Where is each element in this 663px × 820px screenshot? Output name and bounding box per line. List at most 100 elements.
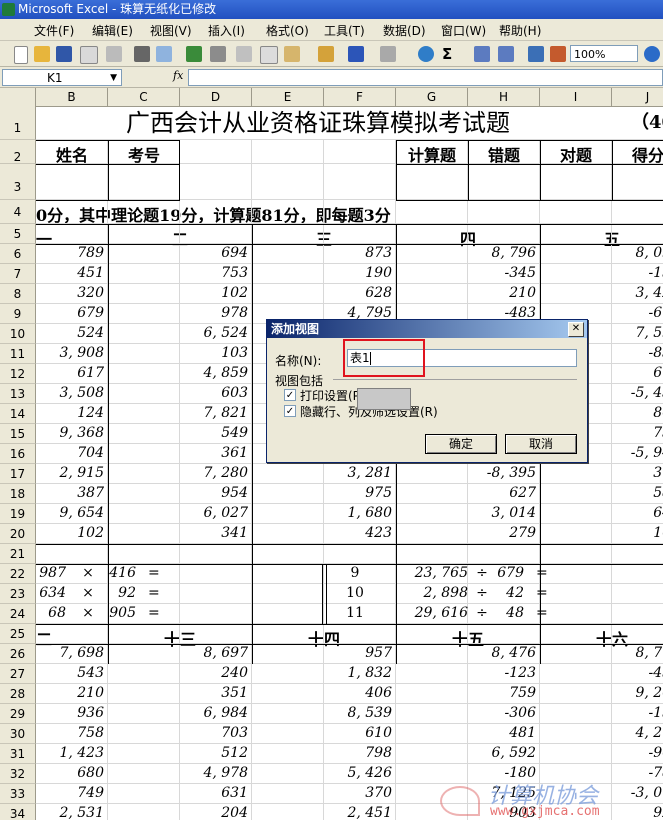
sort-descending-icon[interactable] — [498, 46, 514, 62]
row-header-7[interactable]: 7 — [0, 264, 36, 284]
cell-value[interactable]: 589 — [540, 485, 663, 501]
div-eq[interactable]: = — [536, 565, 548, 581]
sort-ascending-icon[interactable] — [474, 46, 490, 62]
column-header-E[interactable]: E — [252, 88, 324, 106]
cell-value[interactable]: -158 — [540, 705, 663, 721]
cell-value[interactable]: -8, 395 — [396, 465, 536, 481]
cell-value[interactable]: 103 — [108, 345, 248, 361]
drawing-icon[interactable] — [550, 46, 566, 62]
research-icon[interactable] — [210, 46, 226, 62]
cell-value[interactable]: 451 — [36, 265, 104, 281]
undo-icon[interactable] — [348, 46, 364, 62]
formula-input[interactable] — [188, 69, 663, 86]
column-header-G[interactable]: G — [396, 88, 468, 106]
cell-value[interactable]: 512 — [108, 745, 248, 761]
select-all-corner[interactable] — [0, 88, 36, 106]
cell-value[interactable]: 957 — [252, 645, 392, 661]
format-painter-icon[interactable] — [318, 46, 334, 62]
div-op[interactable]: ÷ — [474, 605, 490, 621]
cell-value[interactable]: 2, 451 — [252, 805, 392, 820]
cell-value[interactable]: 3, 420 — [540, 285, 663, 301]
row-header-11[interactable]: 11 — [0, 344, 36, 364]
hidden-rows-checkbox[interactable]: ✓ — [284, 405, 296, 417]
row-header-28[interactable]: 28 — [0, 684, 36, 704]
cell-value[interactable]: 753 — [108, 265, 248, 281]
cell-value[interactable]: -345 — [396, 265, 536, 281]
cell-value[interactable]: 936 — [36, 705, 104, 721]
column-header-B[interactable]: B — [36, 88, 108, 106]
cell-value[interactable]: 628 — [252, 285, 392, 301]
cell-value[interactable]: 3, 908 — [36, 345, 104, 361]
mult-b[interactable]: 416 — [100, 565, 136, 581]
cell-value[interactable]: 406 — [252, 685, 392, 701]
column-header-D[interactable]: D — [180, 88, 252, 106]
cell-value[interactable]: 7, 698 — [36, 645, 104, 661]
row-header-32[interactable]: 32 — [0, 764, 36, 784]
cell-value[interactable]: 627 — [396, 485, 536, 501]
cell-value[interactable]: 204 — [108, 805, 248, 820]
mult-op[interactable]: × — [80, 565, 96, 581]
zoom-select[interactable]: 100% — [570, 45, 638, 62]
div-eq[interactable]: = — [536, 585, 548, 601]
cell-value[interactable]: 102 — [108, 285, 248, 301]
copy-icon[interactable] — [260, 46, 278, 64]
row-header-20[interactable]: 20 — [0, 524, 36, 544]
column-header-F[interactable]: F — [324, 88, 396, 106]
cell-value[interactable]: -158 — [540, 265, 663, 281]
cell-value[interactable]: 5, 426 — [252, 765, 392, 781]
row-header-22[interactable]: 22 — [0, 564, 36, 584]
row-header-23[interactable]: 23 — [0, 584, 36, 604]
cell-value[interactable]: 631 — [108, 785, 248, 801]
div-b[interactable]: 42 — [494, 585, 524, 601]
cell-value[interactable]: 549 — [108, 425, 248, 441]
worksheet-grid[interactable]: 广西会计从业资格证珠算模拟考试题 （40 姓名 考号 计算题 错题 对题 得分 … — [0, 106, 663, 820]
cell-value[interactable]: 749 — [36, 785, 104, 801]
div-op[interactable]: ÷ — [474, 585, 490, 601]
mult-eq[interactable]: = — [148, 605, 160, 621]
cell-value[interactable]: 6, 592 — [396, 745, 536, 761]
cell-value[interactable]: 351 — [108, 685, 248, 701]
column-header-I[interactable]: I — [540, 88, 612, 106]
row-header-21[interactable]: 21 — [0, 544, 36, 564]
mult-op[interactable]: × — [80, 585, 96, 601]
cell-value[interactable]: -960 — [540, 745, 663, 761]
div-b[interactable]: 679 — [494, 565, 524, 581]
cell-value[interactable]: 2, 531 — [36, 805, 104, 820]
cell-value[interactable]: 240 — [108, 665, 248, 681]
menu-9[interactable]: 帮助(H) — [499, 22, 541, 39]
cell-value[interactable]: 124 — [36, 405, 104, 421]
chevron-down-icon[interactable]: ▼ — [110, 70, 117, 86]
cell-value[interactable]: 1, 680 — [252, 505, 392, 521]
row-header-27[interactable]: 27 — [0, 664, 36, 684]
menu-5[interactable]: 格式(O) — [266, 22, 309, 39]
cell-value[interactable]: 975 — [252, 485, 392, 501]
row-header-2[interactable]: 2 — [0, 140, 36, 164]
column-header-H[interactable]: H — [468, 88, 540, 106]
ok-button[interactable]: 确定 — [425, 434, 497, 454]
mult-op[interactable]: × — [80, 605, 96, 621]
cell-value[interactable]: 6, 984 — [108, 705, 248, 721]
cell-value[interactable]: 3, 014 — [396, 505, 536, 521]
sheet-title[interactable]: 广西会计从业资格证珠算模拟考试题 （40 — [36, 106, 663, 140]
cell-value[interactable]: 423 — [252, 525, 392, 541]
menu-4[interactable]: 插入(I) — [208, 22, 245, 39]
cell-value[interactable]: 4, 859 — [108, 365, 248, 381]
cell-value[interactable]: -306 — [396, 705, 536, 721]
div-op[interactable]: ÷ — [474, 565, 490, 581]
div-a[interactable]: 29, 616 — [396, 605, 468, 621]
close-icon[interactable]: ✕ — [568, 322, 584, 337]
insert-function-icon[interactable]: fx — [173, 69, 183, 82]
row-header-16[interactable]: 16 — [0, 444, 36, 464]
row-header-29[interactable]: 29 — [0, 704, 36, 724]
row-header-5[interactable]: 5 — [0, 224, 36, 244]
cell-value[interactable]: 3, 508 — [36, 385, 104, 401]
column-header-C[interactable]: C — [108, 88, 180, 106]
paste-icon[interactable] — [284, 46, 300, 62]
permission-icon[interactable] — [80, 46, 98, 64]
cell-value[interactable]: 102 — [36, 525, 104, 541]
div-a[interactable]: 23, 765 — [396, 565, 468, 581]
spelling-icon[interactable] — [186, 46, 202, 62]
cell-value[interactable]: 316 — [540, 465, 663, 481]
cell-value[interactable]: 8, 796 — [396, 245, 536, 261]
row-header-9[interactable]: 9 — [0, 304, 36, 324]
